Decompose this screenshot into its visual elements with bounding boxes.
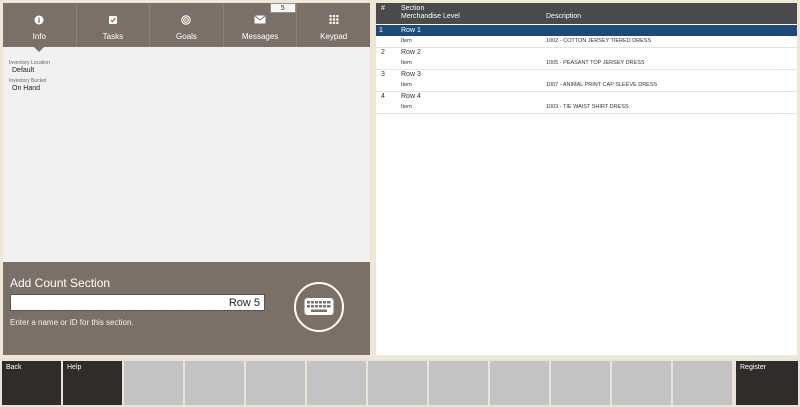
- message-count-badge: 5: [269, 3, 296, 13]
- add-count-section-title: Add Count Section: [10, 276, 111, 290]
- row-level: Item: [401, 38, 412, 44]
- function-key-empty: [185, 361, 244, 405]
- tab-bar: Info Tasks Goals 5 Messages Keypad: [3, 3, 370, 52]
- tab-tasks-label: Tasks: [102, 32, 124, 41]
- inventory-bucket-value: On Hand: [12, 85, 41, 92]
- table-row[interactable]: 3 Row 3: [376, 69, 797, 80]
- function-key-empty: [490, 361, 549, 405]
- info-icon: [34, 15, 44, 27]
- function-key-empty: [673, 361, 732, 405]
- checkbox-icon: [108, 15, 118, 27]
- envelope-icon: [254, 15, 266, 26]
- tab-goals-label: Goals: [176, 32, 197, 41]
- count-sections-table: # Section Merchandise Level Description …: [376, 3, 797, 355]
- register-button-label: Register: [740, 364, 767, 371]
- col-header-description: Description: [546, 13, 582, 20]
- tab-info-label: Info: [32, 32, 46, 41]
- row-description: 1002 - COTTON JERSEY TIERED DRESS: [546, 38, 652, 44]
- function-key-bar: Back Help Register: [0, 359, 800, 407]
- function-key-empty: [246, 361, 305, 405]
- table-row[interactable]: 1 Row 1: [376, 25, 797, 36]
- row-number: 4: [381, 93, 385, 100]
- row-number: 1: [379, 27, 383, 34]
- function-key-empty: [124, 361, 183, 405]
- tab-messages-label: Messages: [241, 32, 279, 41]
- tab-messages[interactable]: 5 Messages: [224, 3, 298, 47]
- table-row[interactable]: 2 Row 2: [376, 47, 797, 58]
- keyboard-button[interactable]: [294, 282, 344, 332]
- col-header-merch-level: Merchandise Level: [401, 13, 460, 20]
- section-name-input[interactable]: [10, 294, 265, 311]
- row-level: Item: [401, 82, 412, 88]
- inventory-info: Inventory Location Default Inventory Buc…: [9, 60, 50, 93]
- table-row[interactable]: 4 Row 4: [376, 91, 797, 102]
- row-description: 1003 - TIE WAIST SHIRT DRESS: [546, 104, 629, 110]
- section-name-hint: Enter a name or ID for this section.: [10, 318, 134, 327]
- function-key-empty: [368, 361, 427, 405]
- row-section: Row 4: [401, 93, 421, 100]
- table-row-detail[interactable]: Item 1003 - TIE WAIST SHIRT DRESS: [376, 102, 797, 113]
- col-header-section: Section: [401, 5, 425, 12]
- row-section: Row 2: [401, 49, 421, 56]
- col-header-number: #: [381, 5, 385, 12]
- keypad-icon: [329, 15, 339, 26]
- row-divider: [376, 113, 797, 114]
- target-icon: [181, 15, 192, 27]
- function-key-empty: [307, 361, 366, 405]
- help-button[interactable]: Help: [63, 361, 122, 405]
- function-key-empty: [551, 361, 610, 405]
- keyboard-icon: [304, 298, 334, 315]
- table-row-detail[interactable]: Item 1007 - ANIMAL PRINT CAP SLEEVE DRES…: [376, 80, 797, 91]
- tab-tasks[interactable]: Tasks: [77, 3, 151, 47]
- row-level: Item: [401, 60, 412, 66]
- register-button[interactable]: Register: [736, 361, 798, 405]
- row-section: Row 3: [401, 71, 421, 78]
- add-count-section-panel: Add Count Section Enter a name or ID for…: [3, 262, 370, 355]
- table-row-detail[interactable]: Item 1005 - PEASANT TOP JERSEY DRESS: [376, 58, 797, 69]
- tab-goals[interactable]: Goals: [150, 3, 224, 47]
- table-row-detail[interactable]: Item 1002 - COTTON JERSEY TIERED DRESS: [376, 36, 797, 47]
- row-number: 3: [381, 71, 385, 78]
- tab-info[interactable]: Info: [3, 3, 77, 52]
- row-description: 1007 - ANIMAL PRINT CAP SLEEVE DRESS: [546, 82, 658, 88]
- row-description: 1005 - PEASANT TOP JERSEY DRESS: [546, 60, 645, 66]
- function-key-empty: [612, 361, 671, 405]
- back-button-label: Back: [6, 364, 22, 371]
- tab-keypad-label: Keypad: [320, 32, 348, 41]
- table-header: # Section Merchandise Level Description: [376, 3, 797, 24]
- row-number: 2: [381, 49, 385, 56]
- back-button[interactable]: Back: [2, 361, 61, 405]
- row-section: Row 1: [401, 27, 421, 34]
- row-level: Item: [401, 104, 412, 110]
- help-button-label: Help: [67, 364, 82, 371]
- function-key-empty: [429, 361, 488, 405]
- inventory-location-value: Default: [12, 67, 35, 74]
- tab-keypad[interactable]: Keypad: [297, 3, 370, 47]
- left-panel: Info Tasks Goals 5 Messages Keypad Inven…: [3, 3, 370, 355]
